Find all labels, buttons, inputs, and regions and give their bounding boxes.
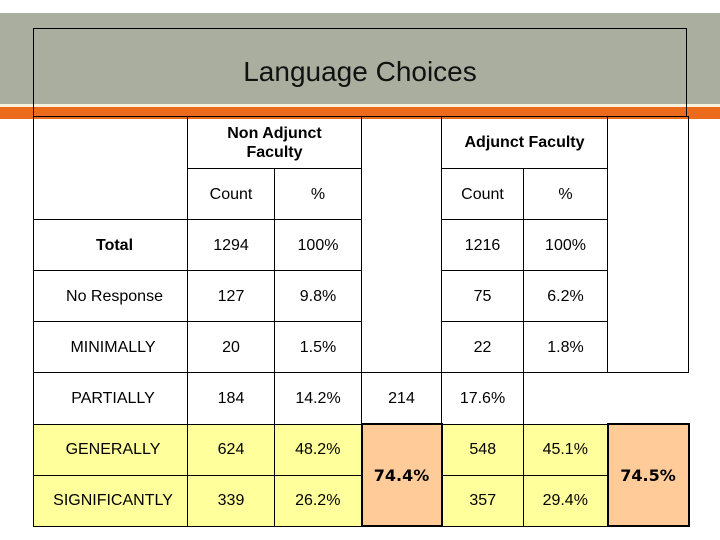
table-row: Total 1294 100% 1216 100% (33, 219, 689, 271)
sub-header-count: Count (441, 168, 524, 220)
corner-cell (33, 116, 188, 220)
adjunct-percent: 1.8% (522, 321, 609, 373)
adjunct-percent: 100% (522, 219, 609, 271)
table-row-highlighted: GENERALLY 624 48.2% 74.4% 548 45.1% 74.5… (33, 423, 690, 527)
non-adjunct-count: 20 (187, 321, 275, 373)
non-adjunct-percent: 26.2% (274, 474, 362, 527)
adjunct-count: 548 (441, 423, 524, 476)
group-header-row: Non Adjunct Faculty Adjunct Faculty (33, 116, 690, 373)
non-adjunct-percent: 100% (274, 219, 362, 271)
slide-title: Language Choices (243, 56, 477, 87)
adjunct-percent: 45.1% (522, 423, 609, 476)
adjunct-percent: 6.2% (522, 270, 609, 322)
adjunct-percent: 29.4% (522, 474, 609, 527)
spacer-column-left (361, 116, 442, 373)
non-adjunct-percent: 1.5% (274, 321, 362, 373)
sub-header-count: Count (187, 168, 275, 220)
sub-header-percent: % (522, 168, 609, 220)
table-row: PARTIALLY 184 14.2% 214 17.6% (33, 372, 689, 425)
table-row: No Response 127 9.8% 75 6.2% (33, 270, 689, 322)
row-label: SIGNIFICANTLY (33, 474, 188, 527)
non-adjunct-count: 339 (187, 474, 275, 527)
row-label: PARTIALLY (33, 372, 188, 425)
row-label: MINIMALLY (33, 321, 188, 373)
non-adjunct-count: 127 (187, 270, 275, 322)
group-header-non-adjunct: Non Adjunct Faculty (187, 116, 362, 169)
table-row-highlighted: SIGNIFICANTLY 339 26.2% 357 29.4% (33, 474, 689, 527)
row-label: GENERALLY (33, 423, 188, 476)
group-header-adjunct: Adjunct Faculty (440, 116, 609, 169)
non-adjunct-percent: 48.2% (274, 423, 362, 476)
non-adjunct-percent: 9.8% (274, 270, 362, 322)
row-label: Total (33, 219, 188, 271)
non-adjunct-count: 624 (187, 423, 275, 476)
adjunct-count: 1216 (441, 219, 524, 271)
non-adjunct-count: 1294 (187, 219, 275, 271)
adjunct-percent: 17.6% (441, 372, 524, 425)
table-row: MINIMALLY 20 1.5% 22 1.8% (33, 321, 689, 373)
adjunct-count: 75 (441, 270, 524, 322)
adjunct-summary-cell: 74.5% (606, 423, 690, 527)
row-label: No Response (33, 270, 188, 322)
non-adjunct-count: 184 (187, 372, 275, 425)
language-choices-table: Non Adjunct Faculty Adjunct Faculty Coun… (33, 116, 690, 527)
spacer-column-right (607, 116, 690, 373)
non-adjunct-summary-cell: 74.4% (360, 423, 443, 527)
sub-header-percent: % (274, 168, 362, 220)
adjunct-count: 214 (361, 372, 442, 425)
adjunct-count: 22 (441, 321, 524, 373)
non-adjunct-percent: 14.2% (274, 372, 362, 425)
adjunct-count: 357 (441, 474, 524, 527)
